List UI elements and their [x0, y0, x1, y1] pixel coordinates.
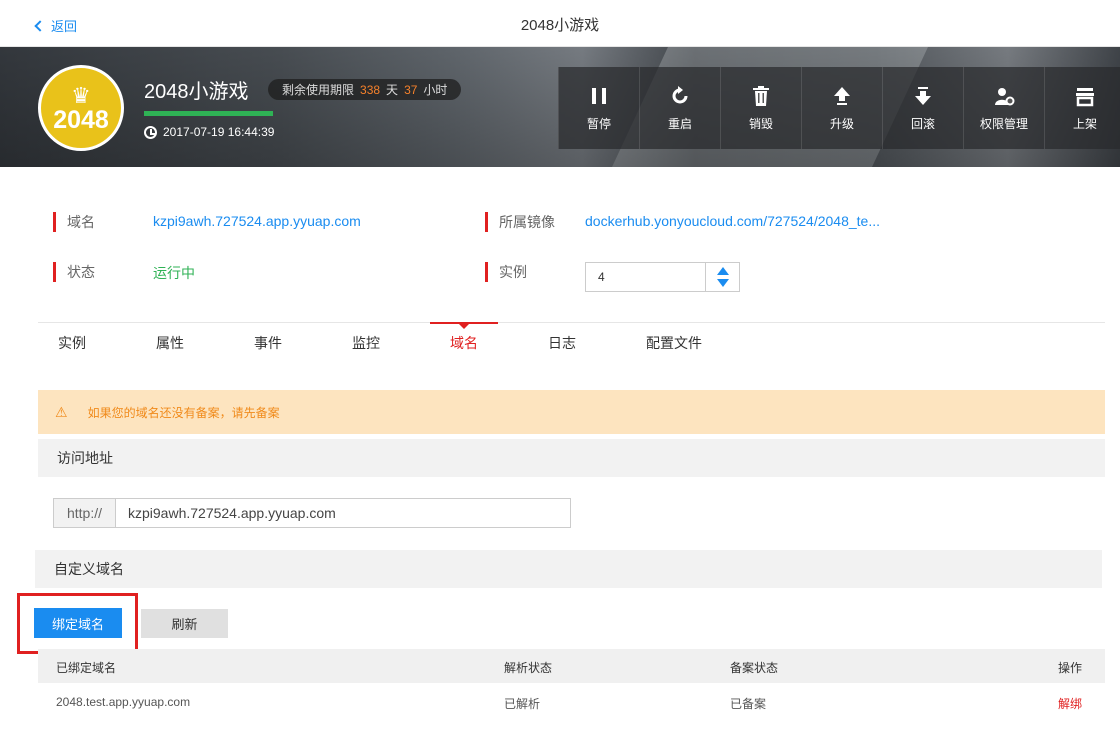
days-unit: 天	[386, 83, 399, 97]
table-row: 2048.test.app.yyuap.com 已解析 已备案 解绑	[38, 685, 1105, 721]
tab-config-files[interactable]: 配置文件	[646, 333, 702, 353]
app-logo: ♛ 2048	[38, 65, 124, 151]
instance-value: 4	[598, 270, 605, 284]
tab-instances[interactable]: 实例	[58, 333, 86, 353]
tab-monitor[interactable]: 监控	[352, 333, 380, 353]
access-url-group: http://	[53, 498, 571, 528]
tab-bar: 实例 属性 事件 监控 域名 日志 配置文件	[38, 322, 1105, 358]
col-resolve-status: 解析状态	[504, 661, 553, 675]
col-bound-domain: 已绑定域名	[56, 661, 117, 675]
instance-stepper[interactable]: 4	[585, 262, 740, 292]
domain-label: 域名	[53, 212, 143, 232]
publish-button[interactable]: 上架	[1044, 67, 1120, 149]
trash-icon	[753, 85, 769, 106]
access-url-input[interactable]	[116, 499, 570, 527]
app-name: 2048小游戏	[144, 81, 249, 103]
restart-icon	[672, 85, 688, 103]
status-value: 运行中	[153, 265, 195, 281]
restart-button[interactable]: 重启	[639, 67, 720, 149]
pause-icon	[592, 87, 606, 104]
app-logo-text: 2048	[53, 106, 109, 134]
action-toolbar: 暂停 重启 销毁 升级 回滚 权限管理 上架	[558, 67, 1120, 149]
instance-label: 实例	[485, 262, 575, 282]
page-title: 2048小游戏	[520, 17, 600, 34]
pause-button[interactable]: 暂停	[558, 67, 639, 149]
warning-alert: ⚠ 如果您的域名还没有备案，请先备案	[38, 390, 1105, 434]
created-time-row: 2017-07-19 16:44:39	[144, 125, 274, 139]
upgrade-icon	[834, 86, 850, 105]
crown-icon: ♛	[71, 83, 91, 108]
warning-icon: ⚠	[55, 403, 68, 420]
up-down-arrow-icon	[717, 267, 729, 287]
rollback-button[interactable]: 回滚	[882, 67, 963, 149]
image-link[interactable]: dockerhub.yonyoucloud.com/727524/2048_te…	[585, 213, 880, 229]
access-title: 访问地址	[57, 450, 113, 466]
custom-domain-section-header: 自定义域名	[35, 550, 1102, 588]
stepper-arrows[interactable]	[705, 263, 739, 291]
image-label: 所属镜像	[485, 212, 575, 232]
row-domain: 2048.test.app.yyuap.com	[56, 695, 191, 709]
hours-unit: 小时	[423, 83, 448, 97]
quota-badge: 剩余使用期限 338 天 37 小时	[268, 79, 462, 100]
tab-properties[interactable]: 属性	[156, 333, 184, 353]
access-section-header: 访问地址	[38, 439, 1105, 477]
row-resolve-status: 已解析	[504, 697, 541, 711]
quota-progress-bar	[144, 111, 273, 116]
highlight-box	[17, 593, 138, 654]
unbind-link[interactable]: 解绑	[1058, 695, 1082, 712]
clock-icon	[144, 125, 157, 139]
store-icon	[1076, 87, 1094, 106]
permission-icon	[995, 87, 1015, 105]
domain-table-header: 已绑定域名 解析状态 备案状态 操作	[38, 649, 1105, 683]
col-actions: 操作	[1058, 661, 1083, 675]
quota-label: 剩余使用期限	[282, 83, 355, 97]
status-label: 状态	[53, 262, 143, 282]
top-bar: 返回 2048小游戏	[0, 0, 1120, 47]
tab-logs[interactable]: 日志	[548, 333, 576, 353]
quota-hours: 37	[404, 82, 418, 97]
col-record-status: 备案状态	[730, 661, 779, 675]
app-banner: ♛ 2048 2048小游戏 剩余使用期限 338 天 37 小时 2017-0…	[0, 47, 1120, 167]
custom-domain-title: 自定义域名	[54, 561, 124, 577]
upgrade-button[interactable]: 升级	[801, 67, 882, 149]
domain-link[interactable]: kzpi9awh.727524.app.yyuap.com	[153, 213, 361, 229]
row-record-status: 已备案	[730, 697, 767, 711]
refresh-button[interactable]: 刷新	[141, 609, 228, 638]
created-time: 2017-07-19 16:44:39	[163, 125, 275, 139]
rollback-icon	[915, 86, 931, 105]
url-prefix: http://	[54, 499, 116, 527]
destroy-button[interactable]: 销毁	[720, 67, 801, 149]
tab-domain[interactable]: 域名	[450, 333, 478, 353]
alert-text: 如果您的域名还没有备案，请先备案	[87, 405, 280, 420]
tab-events[interactable]: 事件	[254, 333, 282, 353]
permission-button[interactable]: 权限管理	[963, 67, 1044, 149]
quota-days: 338	[360, 82, 381, 97]
